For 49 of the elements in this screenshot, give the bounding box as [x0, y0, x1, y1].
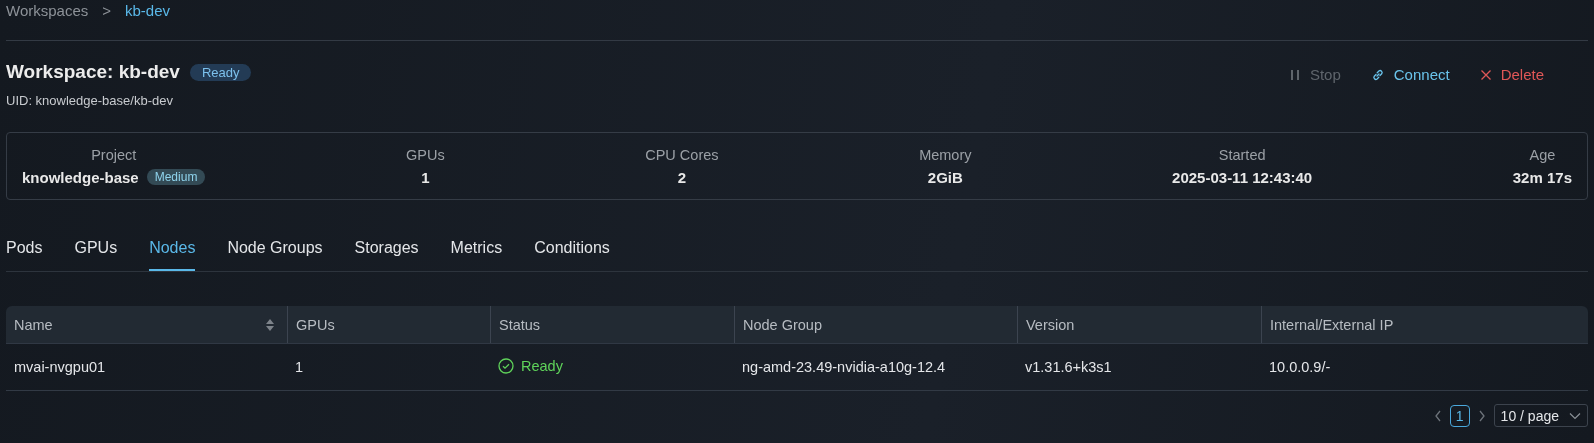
- page-size-select[interactable]: 10 / page: [1493, 404, 1588, 427]
- close-icon: [1479, 68, 1492, 81]
- summary-value: 32m 17s: [1512, 168, 1572, 186]
- chevron-right-icon: [1477, 409, 1486, 422]
- column-header[interactable]: Name: [14, 316, 53, 333]
- breadcrumb-link[interactable]: Workspaces: [6, 2, 89, 19]
- summary-value: 2GiB: [927, 168, 963, 186]
- page-button[interactable]: 1: [1449, 404, 1470, 427]
- summary-value: 2025-03-11 12:43:40: [1172, 168, 1313, 186]
- check-circle-icon: [498, 357, 514, 374]
- table-cell: ng-amd-23.49-nvidia-a10g-12.4: [742, 359, 946, 375]
- priority-badge: Medium: [146, 169, 206, 185]
- breadcrumb-link[interactable]: kb-dev: [125, 2, 171, 19]
- tab[interactable]: GPUs: [74, 233, 118, 271]
- uid-text: UID: knowledge-base/kb-dev: [6, 93, 174, 108]
- table-cell: 10.0.0.9/-: [1269, 359, 1331, 375]
- summary-label: Started: [1218, 146, 1266, 163]
- summary-label: GPUs: [405, 146, 445, 163]
- action-button[interactable]: Delete: [1479, 66, 1544, 83]
- summary-label: CPU Cores: [645, 146, 719, 163]
- status-text: Ready: [521, 357, 563, 374]
- tab[interactable]: Node Groups: [227, 233, 323, 271]
- table-cell: v1.31.6+k3s1: [1025, 359, 1112, 375]
- summary-value: 1: [421, 168, 430, 186]
- column-header: Internal/External IP: [1270, 316, 1394, 333]
- summary-label: Memory: [919, 146, 972, 163]
- link-icon: [1370, 67, 1385, 82]
- summary-label: Age: [1529, 146, 1556, 163]
- tab[interactable]: Metrics: [450, 233, 503, 271]
- tab[interactable]: Conditions: [534, 233, 610, 271]
- summary-value: 2: [677, 168, 687, 186]
- tab[interactable]: Storages: [354, 233, 419, 271]
- pause-icon: [1288, 68, 1301, 81]
- table-cell: 1: [295, 359, 304, 375]
- chevron-down-icon: [1569, 411, 1581, 420]
- status-badge: Ready: [189, 63, 252, 81]
- table-cell: mvai-nvgpu01: [14, 359, 106, 375]
- page-title: Workspace: kb-dev: [6, 61, 180, 83]
- column-header: GPUs: [296, 316, 335, 333]
- summary-label: Project: [91, 146, 137, 163]
- action-button[interactable]: Connect: [1370, 66, 1450, 83]
- column-header: Node Group: [743, 316, 822, 333]
- tab[interactable]: Pods: [6, 233, 43, 271]
- chevron-left-icon: [1433, 409, 1442, 422]
- tab[interactable]: Nodes: [149, 233, 196, 271]
- breadcrumb-separator: >: [102, 2, 112, 19]
- column-header: Version: [1026, 316, 1075, 333]
- summary-value: knowledge-base: [22, 168, 139, 186]
- column-header: Status: [499, 316, 541, 333]
